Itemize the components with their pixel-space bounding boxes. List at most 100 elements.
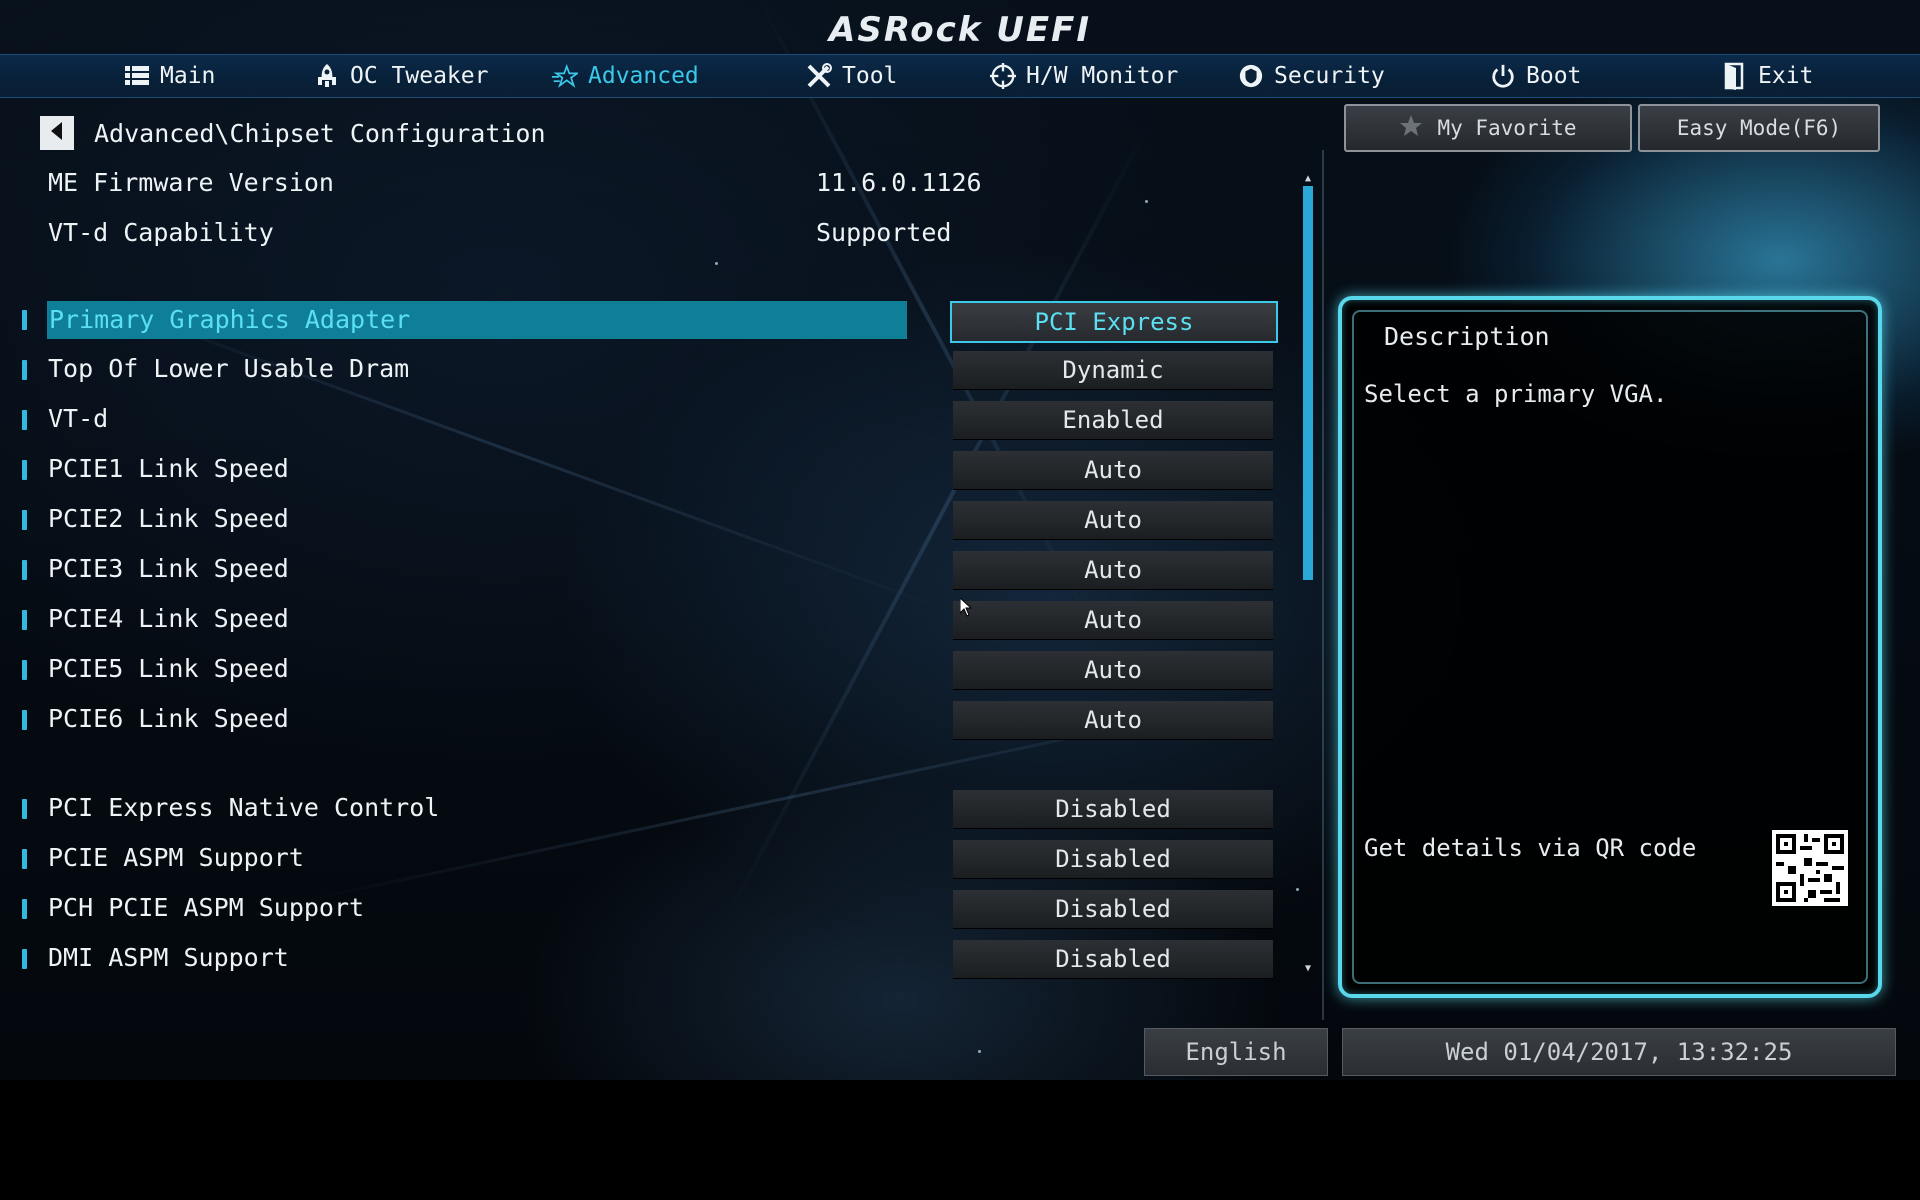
setting-row[interactable]: PCIE5 Link Speed Auto (0, 651, 1280, 690)
setting-value-dropdown[interactable]: Disabled (953, 890, 1273, 929)
tab-exit[interactable]: Exit (1722, 55, 1813, 97)
power-icon (1490, 63, 1516, 89)
setting-value-dropdown[interactable]: Auto (953, 701, 1273, 740)
setting-value-dropdown[interactable]: Auto (953, 651, 1273, 690)
tab-oc-tweaker[interactable]: OC Tweaker (314, 55, 488, 97)
setting-label[interactable]: PCH PCIE ASPM Support (48, 893, 364, 922)
setting-row[interactable]: Top Of Lower Usable Dram Dynamic (0, 351, 1280, 390)
crosshair-icon (990, 63, 1016, 89)
row-bullet (22, 660, 27, 680)
tab-tool[interactable]: Tool (806, 55, 897, 97)
mouse-cursor-icon (959, 596, 973, 622)
back-button[interactable] (40, 116, 74, 150)
description-title: Description (1384, 322, 1550, 351)
setting-row[interactable]: PCIE6 Link Speed Auto (0, 701, 1280, 740)
tab-tool-label: Tool (842, 63, 898, 89)
scroll-down-arrow-icon[interactable]: ▼ (1302, 962, 1314, 976)
setting-row[interactable]: PCIE2 Link Speed Auto (0, 501, 1280, 540)
tab-exit-label: Exit (1758, 63, 1814, 89)
tab-boot-label: Boot (1526, 63, 1582, 89)
setting-label[interactable]: PCI Express Native Control (48, 793, 439, 822)
row-bullet (22, 710, 27, 730)
setting-row[interactable]: Primary Graphics Adapter PCI Express (0, 301, 1280, 343)
row-bullet (22, 949, 27, 969)
qr-code-icon (1772, 830, 1848, 906)
bios-screen: ASRock UEFI Main OC Tweaker Advanced Too… (0, 0, 1920, 1080)
setting-row[interactable]: PCIE1 Link Speed Auto (0, 451, 1280, 490)
setting-label[interactable]: VT-d (48, 404, 108, 433)
tab-oc-tweaker-label: OC Tweaker (350, 63, 489, 89)
setting-value-dropdown[interactable]: Disabled (953, 790, 1273, 829)
setting-label[interactable]: PCIE3 Link Speed (48, 554, 289, 583)
tools-icon (806, 63, 832, 89)
tab-advanced[interactable]: Advanced (552, 55, 699, 97)
row-bullet (22, 799, 27, 819)
setting-label[interactable]: PCIE1 Link Speed (48, 454, 289, 483)
row-bullet (22, 310, 27, 330)
list-icon (124, 63, 150, 89)
row-bullet (22, 849, 27, 869)
my-favorite-button[interactable]: My Favorite (1344, 104, 1632, 152)
setting-label[interactable]: PCIE ASPM Support (48, 843, 304, 872)
setting-value-dropdown[interactable]: Disabled (953, 940, 1273, 979)
setting-label[interactable]: PCIE5 Link Speed (48, 654, 289, 683)
setting-value-dropdown[interactable]: Auto (953, 451, 1273, 490)
setting-value-dropdown[interactable]: Disabled (953, 840, 1273, 879)
date-time-display: Wed 01/04/2017, 13:32:25 (1342, 1028, 1896, 1076)
tab-advanced-label: Advanced (588, 63, 699, 89)
settings-scrollbar[interactable]: ▲ ▼ (1302, 172, 1314, 980)
breadcrumb: Advanced\Chipset Configuration (40, 116, 546, 150)
easy-mode-label: Easy Mode(F6) (1676, 116, 1842, 140)
setting-label[interactable]: Primary Graphics Adapter (47, 301, 907, 339)
setting-row[interactable]: PCIE3 Link Speed Auto (0, 551, 1280, 590)
info-label: ME Firmware Version (48, 168, 334, 197)
info-label: VT-d Capability (48, 218, 274, 247)
my-favorite-label: My Favorite (1437, 116, 1577, 140)
exit-door-icon (1722, 62, 1748, 90)
scroll-thumb[interactable] (1303, 186, 1313, 580)
tab-main-label: Main (160, 63, 216, 89)
scroll-up-arrow-icon[interactable]: ▲ (1302, 172, 1314, 186)
setting-label[interactable]: PCIE2 Link Speed (48, 504, 289, 533)
setting-value-dropdown[interactable]: Auto (953, 501, 1273, 540)
row-bullet (22, 510, 27, 530)
info-value: 11.6.0.1126 (816, 168, 982, 197)
breadcrumb-path: Advanced\Chipset Configuration (94, 118, 546, 148)
setting-row[interactable]: PCIE4 Link Speed Auto (0, 601, 1280, 640)
tab-hw-monitor-label: H/W Monitor (1026, 63, 1179, 89)
background-star (978, 1050, 981, 1053)
setting-value-dropdown[interactable]: Dynamic (953, 351, 1273, 390)
row-bullet (22, 410, 27, 430)
tab-security[interactable]: Security (1238, 55, 1385, 97)
setting-label[interactable]: Top Of Lower Usable Dram (48, 354, 409, 383)
description-text: Select a primary VGA. (1364, 380, 1668, 408)
setting-value-dropdown[interactable]: PCI Express (950, 301, 1278, 343)
tab-security-label: Security (1274, 63, 1385, 89)
easy-mode-button[interactable]: Easy Mode(F6) (1638, 104, 1880, 152)
rocket-icon (314, 63, 340, 89)
tab-boot[interactable]: Boot (1490, 55, 1581, 97)
info-value: Supported (816, 218, 952, 247)
qr-code-caption: Get details via QR code (1364, 834, 1697, 862)
tab-hw-monitor[interactable]: H/W Monitor (990, 55, 1178, 97)
setting-row[interactable]: VT-d Enabled (0, 401, 1280, 440)
setting-row[interactable]: PCIE ASPM Support Disabled (0, 840, 1280, 879)
row-bullet (22, 899, 27, 919)
row-bullet (22, 560, 27, 580)
setting-label[interactable]: PCIE4 Link Speed (48, 604, 289, 633)
setting-value-dropdown[interactable]: Auto (953, 601, 1273, 640)
setting-row[interactable]: PCH PCIE ASPM Support Disabled (0, 890, 1280, 929)
tab-main[interactable]: Main (124, 55, 215, 97)
language-selector[interactable]: English (1144, 1028, 1328, 1076)
shield-icon (1238, 63, 1264, 89)
setting-row[interactable]: PCI Express Native Control Disabled (0, 790, 1280, 829)
setting-row[interactable]: DMI ASPM Support Disabled (0, 940, 1280, 979)
setting-label[interactable]: PCIE6 Link Speed (48, 704, 289, 733)
star-icon (1399, 114, 1423, 143)
row-bullet (22, 460, 27, 480)
setting-value-dropdown[interactable]: Enabled (953, 401, 1273, 440)
setting-label[interactable]: DMI ASPM Support (48, 943, 289, 972)
background-star (1296, 888, 1299, 891)
setting-value-dropdown[interactable]: Auto (953, 551, 1273, 590)
background-star (715, 262, 718, 265)
